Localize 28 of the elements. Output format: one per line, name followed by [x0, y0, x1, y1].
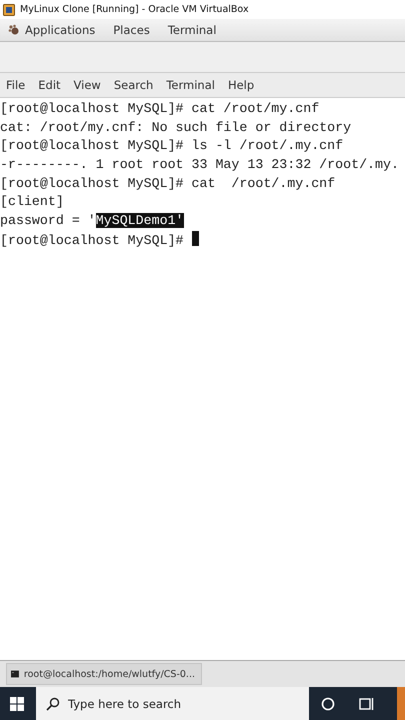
menu-item[interactable]: Places [113, 23, 150, 37]
terminal-text: cat: /root/my.cnf: No such file or directory [0, 120, 352, 135]
menu-item[interactable]: Applications [25, 23, 96, 37]
window-list-button[interactable]: root@localhost:/home/wlutfy/CS-0... [6, 663, 202, 685]
search-icon [46, 697, 60, 711]
menu-item[interactable]: Terminal [168, 23, 216, 37]
menu-item[interactable]: Search [114, 78, 154, 92]
menu-item[interactable]: View [74, 78, 101, 92]
circle-icon[interactable] [321, 696, 335, 710]
terminal-text: [root@localhost MySQL]# ls -l /root/.my.cnf [0, 138, 344, 154]
window-title: MyLinux Clone [Running] - Oracle VM VirtualBox [20, 4, 249, 15]
task-view-icon[interactable] [359, 696, 375, 710]
selected-text: MySQLDemo1' [96, 213, 184, 228]
terminal-text: [root@localhost MySQL]# cat /root/.my.cnf [0, 176, 336, 191]
terminal-icon [11, 668, 19, 680]
terminal-text: [root@localhost MySQL]# [0, 232, 185, 248]
menu-item[interactable]: Edit [38, 78, 61, 92]
terminal-text: -r--------. 1 root root 33 May 13 23:32 /root/.my. [0, 157, 399, 172]
foot-icon [8, 24, 20, 36]
terminal-text: [root@localhost MySQL]# cat /root/my.cnf [0, 101, 320, 116]
terminal-text: password = ' [0, 213, 96, 228]
menu-item[interactable]: Help [228, 78, 254, 92]
windows-logo-icon[interactable] [10, 696, 24, 710]
terminal-text: [client] [0, 194, 64, 210]
menu-item[interactable]: Terminal [166, 78, 215, 92]
search-field[interactable]: Type here to search [36, 687, 309, 720]
app-icon [3, 4, 15, 16]
menu-item[interactable]: File [6, 78, 26, 92]
